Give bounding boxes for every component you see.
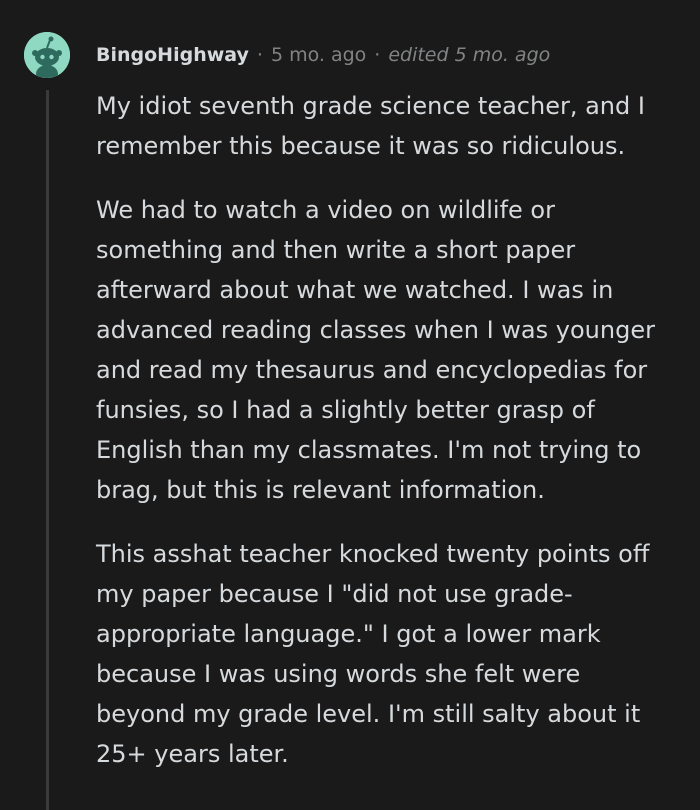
comment-paragraph: My idiot seventh grade science teacher, … [96,92,645,160]
avatar[interactable] [24,32,70,78]
comment-header: BingoHighway · 5 mo. ago · edited 5 mo. … [96,40,550,70]
meta-separator: · [374,44,381,66]
edited-timestamp: edited 5 mo. ago [388,44,551,66]
comment: BingoHighway · 5 mo. ago · edited 5 mo. … [0,0,700,810]
username-link[interactable]: BingoHighway [96,44,249,66]
thread-collapse-line[interactable] [46,90,49,810]
meta-separator: · [256,44,263,66]
comment-paragraph: We had to watch a video on wildlife or s… [96,196,655,504]
timestamp[interactable]: 5 mo. ago [271,44,366,66]
comment-paragraph: This asshat teacher knocked twenty point… [96,540,650,768]
snoo-avatar-icon [24,32,70,78]
comment-body: My idiot seventh grade science teacher, … [96,86,686,798]
